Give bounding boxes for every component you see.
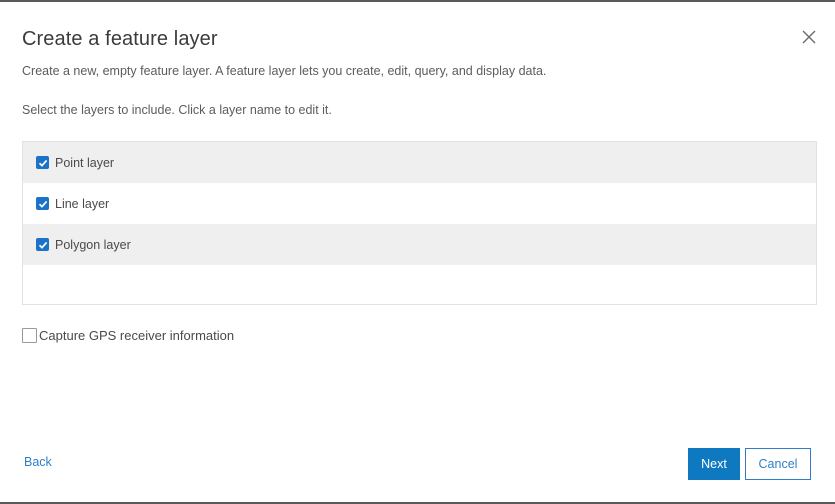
layer-row-polygon[interactable]: Polygon layer bbox=[23, 224, 816, 265]
dialog-instructions: Select the layers to include. Click a la… bbox=[22, 103, 332, 117]
checkbox-checked-icon[interactable] bbox=[36, 238, 49, 251]
layer-label-polygon[interactable]: Polygon layer bbox=[55, 238, 131, 252]
layer-label-line[interactable]: Line layer bbox=[55, 197, 109, 211]
create-feature-layer-dialog: Create a feature layer Create a new, emp… bbox=[0, 0, 835, 504]
gps-checkbox[interactable] bbox=[22, 328, 37, 343]
layer-row-point[interactable]: Point layer bbox=[23, 142, 816, 183]
cancel-button[interactable]: Cancel bbox=[745, 448, 811, 480]
back-link[interactable]: Back bbox=[24, 455, 52, 469]
layer-list: Point layer Line layer Polygon layer bbox=[22, 141, 817, 305]
layer-row-empty bbox=[23, 265, 816, 305]
layer-label-point[interactable]: Point layer bbox=[55, 156, 114, 170]
dialog-title: Create a feature layer bbox=[22, 28, 218, 50]
checkbox-checked-icon[interactable] bbox=[36, 197, 49, 210]
gps-capture-option[interactable]: Capture GPS receiver information bbox=[22, 328, 234, 343]
dialog-description: Create a new, empty feature layer. A fea… bbox=[22, 64, 547, 78]
gps-label[interactable]: Capture GPS receiver information bbox=[39, 328, 234, 343]
next-button[interactable]: Next bbox=[688, 448, 740, 480]
close-icon[interactable] bbox=[799, 27, 819, 47]
checkbox-checked-icon[interactable] bbox=[36, 156, 49, 169]
layer-row-line[interactable]: Line layer bbox=[23, 183, 816, 224]
